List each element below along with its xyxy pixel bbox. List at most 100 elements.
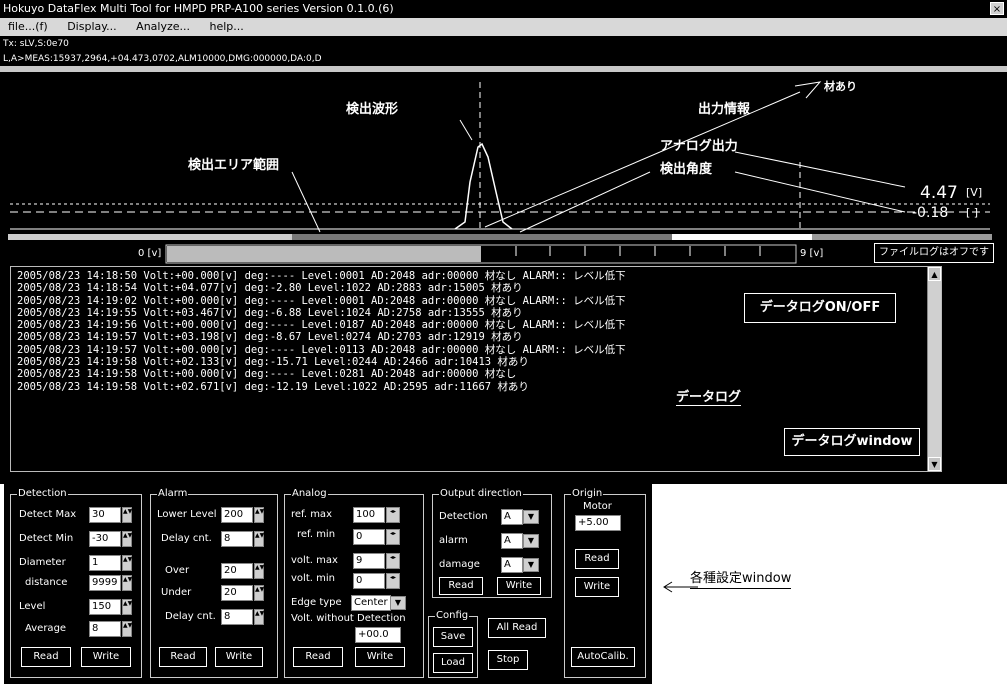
refmin-label: ref. min	[297, 529, 336, 540]
scale-max-label: 9 [v]	[800, 248, 824, 259]
motor-input[interactable]: +5.00	[575, 515, 621, 531]
alarm-write-button[interactable]: Write	[215, 647, 263, 667]
config-load-button[interactable]: Load	[433, 653, 473, 673]
output-read-button[interactable]: Read	[439, 577, 483, 595]
angle-readout: -0.18	[912, 205, 949, 221]
over-label: Over	[165, 565, 190, 576]
volt-without-input[interactable]: +00.0	[355, 627, 401, 643]
diameter-spinner-icon[interactable]: ▲▼	[122, 555, 132, 571]
file-log-toggle[interactable]: ファイルログはオフです	[874, 243, 994, 263]
origin-read-button[interactable]: Read	[575, 549, 619, 569]
lower-level-spinner-icon[interactable]: ▲▼	[254, 507, 264, 523]
over-input[interactable]: 20	[221, 563, 253, 579]
output-damage-label: damage	[439, 559, 480, 570]
output-damage-select[interactable]: A	[501, 557, 523, 573]
detect-min-label: Detect Min	[19, 533, 74, 544]
log-scrollbar[interactable]: ▲ ▼	[927, 267, 941, 471]
detection-read-button[interactable]: Read	[21, 647, 71, 667]
menu-file[interactable]: file...(f)	[8, 20, 48, 33]
log-lines: 2005/08/23 14:18:50 Volt:+00.000[v] deg:…	[11, 267, 941, 393]
refmax-input[interactable]: 100	[353, 507, 385, 523]
output-detection-select[interactable]: A	[501, 509, 523, 525]
annot-area: 検出エリア範囲	[188, 158, 280, 173]
detect-max-input[interactable]: 30	[89, 507, 121, 523]
voltmin-input[interactable]: 0	[353, 573, 385, 589]
voltmin-label: volt. min	[291, 573, 335, 584]
delay1-spinner-icon[interactable]: ▲▼	[254, 531, 264, 547]
refmax-spinner-icon[interactable]: ◂▸	[386, 507, 400, 523]
scale-min-label: 0 [v]	[138, 248, 162, 259]
analog-group: Analog ref. max 100 ◂▸ ref. min 0 ◂▸ vol…	[284, 488, 424, 678]
log-line: 2005/08/23 14:19:58 Volt:+02.133[v] deg:…	[17, 356, 529, 369]
detection-write-button[interactable]: Write	[81, 647, 131, 667]
output-detection-label: Detection	[439, 511, 488, 522]
detect-max-spinner-icon[interactable]: ▲▼	[122, 507, 132, 523]
delay2-input[interactable]: 8	[221, 609, 253, 625]
voltmin-spinner-icon[interactable]: ◂▸	[386, 573, 400, 589]
edge-type-select[interactable]: Center	[351, 595, 391, 611]
refmin-spinner-icon[interactable]: ◂▸	[386, 529, 400, 545]
average-spinner-icon[interactable]: ▲▼	[122, 621, 132, 637]
config-save-button[interactable]: Save	[433, 627, 473, 647]
delay2-spinner-icon[interactable]: ▲▼	[254, 609, 264, 625]
level-input[interactable]: 150	[89, 599, 121, 615]
arrow-area	[291, 171, 321, 233]
level-label: Level	[19, 601, 46, 612]
arrow-waveform	[459, 119, 473, 141]
area-bar-end	[812, 234, 992, 240]
menu-analyze[interactable]: Analyze...	[136, 20, 190, 33]
annot-material: 材あり	[824, 80, 857, 93]
output-alarm-dropdown-icon[interactable]: ▼	[523, 534, 539, 548]
annot-waveform: 検出波形	[346, 102, 399, 117]
scroll-up-icon[interactable]: ▲	[928, 267, 941, 281]
menu-display[interactable]: Display...	[67, 20, 116, 33]
origin-title: Origin	[571, 488, 604, 500]
detect-min-spinner-icon[interactable]: ▲▼	[122, 531, 132, 547]
origin-write-button[interactable]: Write	[575, 577, 619, 597]
analog-write-button[interactable]: Write	[355, 647, 405, 667]
analog-read-button[interactable]: Read	[293, 647, 343, 667]
annot-datalog: データログ	[676, 386, 742, 406]
log-line: 2005/08/23 14:19:58 Volt:+02.671[v] deg:…	[17, 380, 529, 393]
under-label: Under	[161, 587, 192, 598]
lower-level-input[interactable]: 200	[221, 507, 253, 523]
close-icon[interactable]: ×	[990, 2, 1004, 15]
lower-level-label: Lower Level	[157, 509, 217, 520]
scroll-down-icon[interactable]: ▼	[928, 457, 941, 471]
level-spinner-icon[interactable]: ▲▼	[122, 599, 132, 615]
output-detection-dropdown-icon[interactable]: ▼	[523, 510, 539, 524]
area-bar-right	[672, 234, 812, 240]
detect-min-input[interactable]: -30	[89, 531, 121, 547]
output-write-button[interactable]: Write	[497, 577, 541, 595]
volt-without-label: Volt. without Detection	[291, 613, 406, 624]
config-title: Config	[435, 610, 470, 622]
edge-type-dropdown-icon[interactable]: ▼	[390, 596, 406, 610]
alarm-read-button[interactable]: Read	[159, 647, 207, 667]
under-input[interactable]: 20	[221, 585, 253, 601]
all-read-button[interactable]: All Read	[488, 618, 546, 638]
under-spinner-icon[interactable]: ▲▼	[254, 585, 264, 601]
annot-output-info: 出力情報	[698, 102, 751, 117]
delay2-label: Delay cnt.	[165, 611, 216, 622]
distance-input[interactable]: 9999	[89, 575, 121, 591]
output-alarm-select[interactable]: A	[501, 533, 523, 549]
analog-title: Analog	[291, 488, 328, 500]
output-damage-dropdown-icon[interactable]: ▼	[523, 558, 539, 572]
distance-spinner-icon[interactable]: ▲▼	[122, 575, 132, 591]
voltmax-spinner-icon[interactable]: ◂▸	[386, 553, 400, 569]
delay1-input[interactable]: 8	[221, 531, 253, 547]
log-line: 2005/08/23 14:19:58 Volt:+00.000[v] deg:…	[17, 368, 517, 381]
diameter-label: Diameter	[19, 557, 66, 568]
arrow-angle-waveform	[519, 171, 651, 233]
voltmax-input[interactable]: 9	[353, 553, 385, 569]
voltmax-label: volt. max	[291, 555, 338, 566]
autocalib-button[interactable]: AutoCalib.	[571, 647, 635, 667]
stop-button[interactable]: Stop	[488, 650, 528, 670]
output-direction-group: Output direction Detection A ▼ alarm A ▼…	[432, 488, 552, 598]
diameter-input[interactable]: 1	[89, 555, 121, 571]
refmax-label: ref. max	[291, 509, 332, 520]
over-spinner-icon[interactable]: ▲▼	[254, 563, 264, 579]
average-input[interactable]: 8	[89, 621, 121, 637]
refmin-input[interactable]: 0	[353, 529, 385, 545]
menu-help[interactable]: help...	[210, 20, 244, 33]
